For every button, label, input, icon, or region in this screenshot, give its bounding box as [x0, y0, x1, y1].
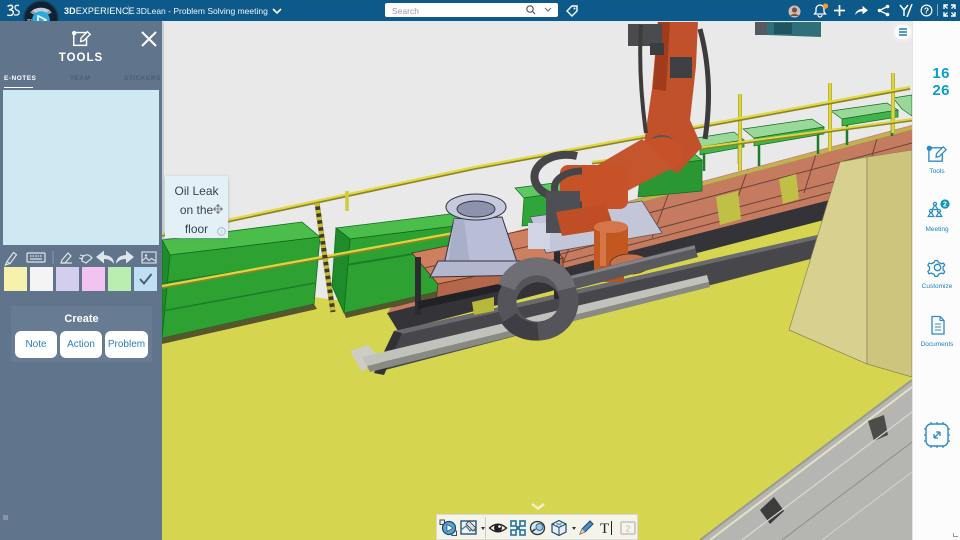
svg-text:?: ?: [924, 6, 929, 16]
svg-text:2: 2: [943, 202, 947, 209]
svg-text:T: T: [600, 521, 609, 537]
svg-text:r: r: [221, 230, 223, 236]
svg-text:2: 2: [626, 525, 631, 534]
